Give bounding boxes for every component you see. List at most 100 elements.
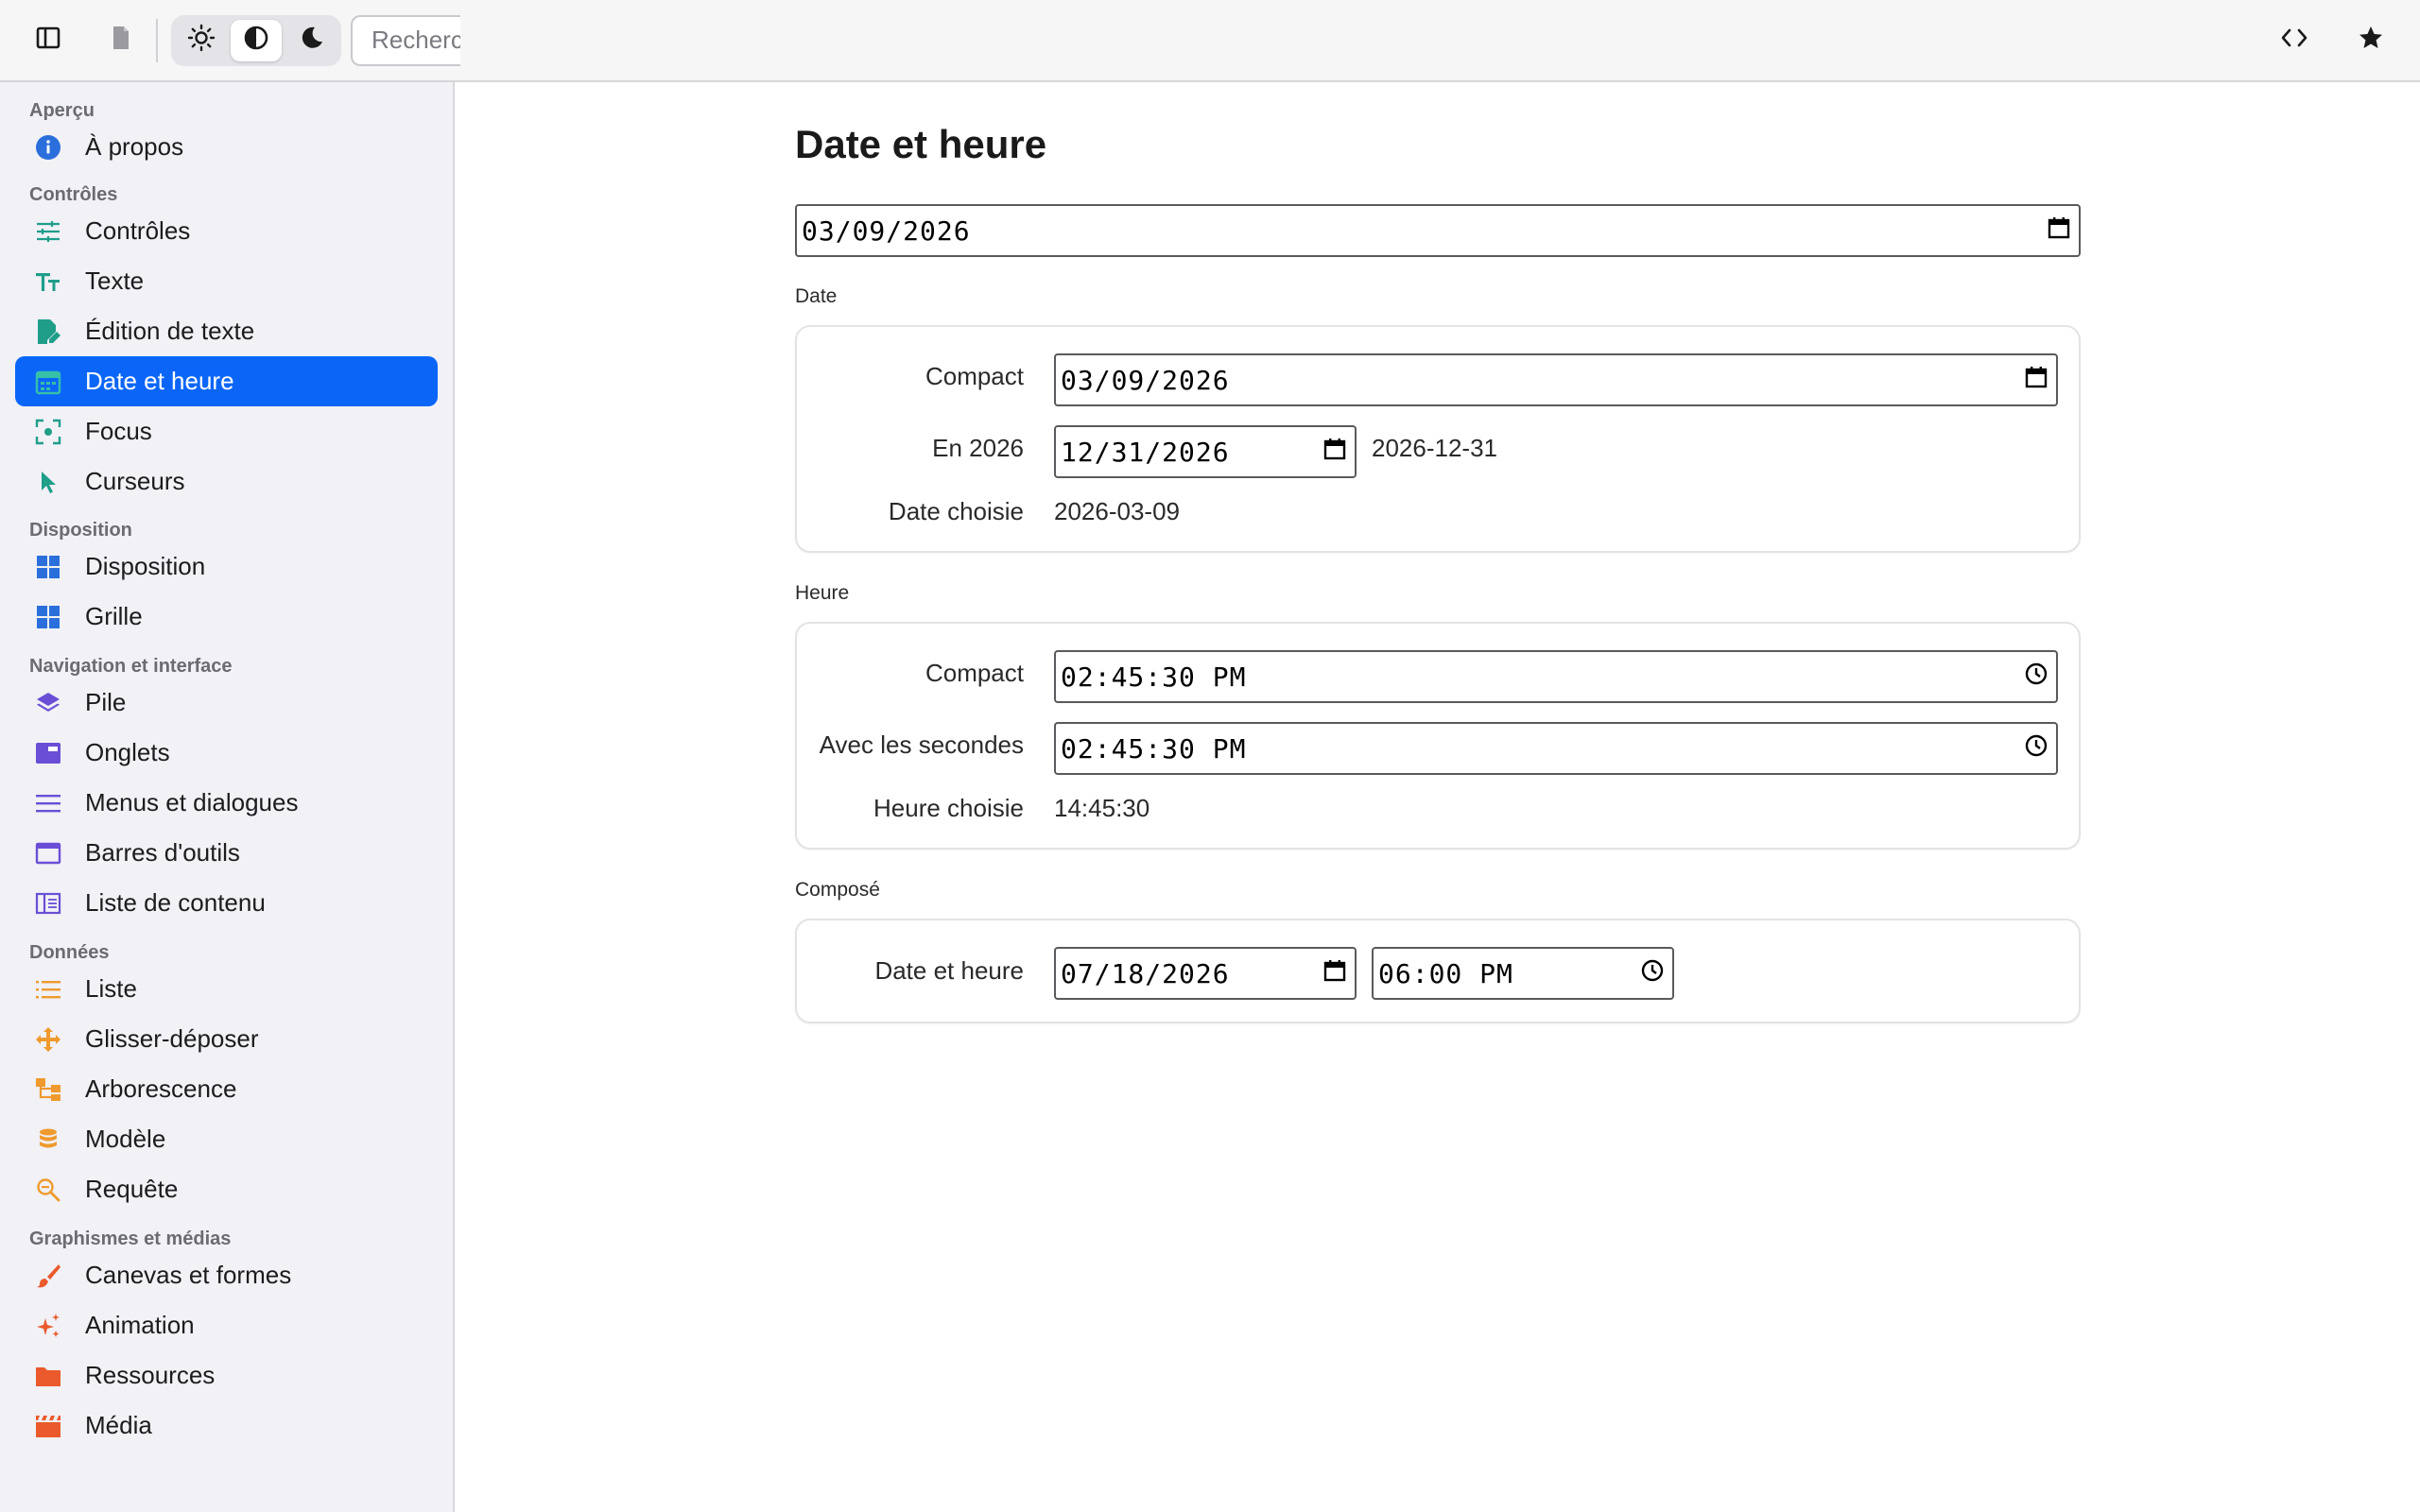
compact-time-field[interactable]: 02:45:30 PM <box>1054 650 2058 703</box>
date-value: 07/18/2026 <box>1061 957 1230 989</box>
sidebar-item-curseurs[interactable]: Curseurs <box>15 456 438 507</box>
light-mode-button[interactable] <box>176 20 227 61</box>
calendar-icon[interactable] <box>2047 215 2071 247</box>
compact-time-label: Compact <box>925 659 1024 687</box>
sidebar-item-modele[interactable]: Modèle <box>15 1114 438 1164</box>
search-icon <box>34 1176 62 1204</box>
sidebar-item-label: Curseurs <box>85 467 185 495</box>
sidebar-item-liste-de-contenu[interactable]: Liste de contenu <box>15 878 438 928</box>
clock-icon[interactable] <box>1640 958 1665 989</box>
sidebar-item-texte[interactable]: Texte <box>15 256 438 306</box>
calendar-icon[interactable] <box>1322 437 1347 468</box>
favorite-button[interactable] <box>2345 15 2396 66</box>
toolbar: Recherc <box>0 0 2420 82</box>
time-value: 02:45:30 PM <box>1061 661 1247 693</box>
sidebar-item-menus-et-dialogues[interactable]: Menus et dialogues <box>15 778 438 828</box>
sliders-icon <box>34 217 62 246</box>
database-icon <box>34 1125 62 1154</box>
clapperboard-icon <box>34 1412 62 1440</box>
date-card: Compact 03/09/2026 En 2026 12/31/2026 20… <box>795 325 2081 553</box>
sidebar-item-label: Ressources <box>85 1361 216 1389</box>
sidebar-item-ressources[interactable]: Ressources <box>15 1350 438 1400</box>
date-picker-field[interactable]: 03/09/2026 <box>795 204 2081 257</box>
compact-date-field[interactable]: 03/09/2026 <box>1054 353 2058 406</box>
sidebar-item-label: Date et heure <box>85 367 234 395</box>
sidebar-item-a-propos[interactable]: À propos <box>15 122 438 172</box>
section-title-disposition: Disposition <box>29 520 132 541</box>
sidebar-item-label: Contrôles <box>85 216 191 245</box>
document-icon <box>112 26 130 55</box>
layers-icon <box>34 689 62 717</box>
seconds-time-field[interactable]: 02:45:30 PM <box>1054 722 2058 775</box>
sidebar-item-controles[interactable]: Contrôles <box>15 206 438 256</box>
document-button[interactable] <box>95 15 147 66</box>
dashboard-icon <box>34 553 62 581</box>
view-source-button[interactable] <box>2269 15 2320 66</box>
sidebar-item-date-et-heure[interactable]: Date et heure <box>15 356 438 406</box>
section-title-apercu: Aperçu <box>29 100 95 121</box>
chosen-time-label: Heure choisie <box>873 794 1024 822</box>
edit-document-icon <box>34 318 62 346</box>
focus-icon <box>34 418 62 446</box>
grid-icon <box>34 603 62 631</box>
compact-date-label: Compact <box>925 362 1024 390</box>
sidebar-item-animation[interactable]: Animation <box>15 1300 438 1350</box>
sun-icon <box>187 24 216 57</box>
clock-icon[interactable] <box>2024 733 2048 765</box>
menu-icon <box>34 789 62 817</box>
sidebar-item-label: Liste <box>85 974 137 1003</box>
year-date-label: En 2026 <box>932 434 1024 462</box>
clock-icon[interactable] <box>2024 662 2048 693</box>
sidebar-icon <box>36 26 60 54</box>
sidebar-item-label: À propos <box>85 132 184 161</box>
section-title-donnees: Données <box>29 942 110 963</box>
cursor-icon <box>34 468 62 496</box>
sidebar-item-focus[interactable]: Focus <box>15 406 438 456</box>
sidebar-item-arborescence[interactable]: Arborescence <box>15 1064 438 1114</box>
folder-icon <box>34 1362 62 1390</box>
year-date-text: 2026-12-31 <box>1372 434 1497 462</box>
sidebar-item-barres-d-outils[interactable]: Barres d'outils <box>15 828 438 878</box>
sidebar-item-label: Requête <box>85 1175 179 1203</box>
composed-date-field[interactable]: 07/18/2026 <box>1054 947 1357 1000</box>
sidebar-item-grille[interactable]: Grille <box>15 592 438 642</box>
sidebar-item-label: Menus et dialogues <box>85 788 299 816</box>
composed-card: Date et heure 07/18/2026 06:00 PM <box>795 919 2081 1023</box>
sidebar: Aperçu À propos Contrôles Contrôles Text… <box>0 82 455 1512</box>
sidebar-item-onglets[interactable]: Onglets <box>15 728 438 778</box>
calendar-icon[interactable] <box>2024 365 2048 396</box>
sidebar-item-label: Grille <box>85 602 143 630</box>
year-date-field[interactable]: 12/31/2026 <box>1054 425 1357 478</box>
tree-icon <box>34 1075 62 1104</box>
sparkle-icon <box>34 1312 62 1340</box>
auto-mode-button[interactable] <box>231 19 282 61</box>
appearance-switch <box>171 14 341 66</box>
brush-icon <box>34 1262 62 1290</box>
code-icon <box>2280 26 2308 54</box>
sidebar-item-disposition[interactable]: Disposition <box>15 541 438 592</box>
chosen-date-value: 2026-03-09 <box>1054 497 1180 525</box>
composed-group-label: Composé <box>795 879 880 901</box>
main-content: Date et heure 03/09/2026 Date Compact 03… <box>457 84 2420 1512</box>
chosen-date-label: Date choisie <box>888 497 1024 525</box>
sidebar-item-label: Animation <box>85 1311 195 1339</box>
sidebar-item-label: Onglets <box>85 738 170 766</box>
date-value: 03/09/2026 <box>1061 364 1230 396</box>
search-input[interactable]: Recherc <box>351 14 460 66</box>
time-value: 02:45:30 PM <box>1061 732 1247 765</box>
sidebar-item-requete[interactable]: Requête <box>15 1164 438 1214</box>
composed-time-field[interactable]: 06:00 PM <box>1372 947 1674 1000</box>
section-title-controles: Contrôles <box>29 184 118 205</box>
list-icon <box>34 975 62 1004</box>
sidebar-item-media[interactable]: Média <box>15 1400 438 1451</box>
page-title: Date et heure <box>795 122 1047 166</box>
text-icon <box>34 267 62 296</box>
dark-mode-button[interactable] <box>285 20 337 61</box>
sidebar-item-canevas-et-formes[interactable]: Canevas et formes <box>15 1250 438 1300</box>
sidebar-item-edition-de-texte[interactable]: Édition de texte <box>15 306 438 356</box>
calendar-icon[interactable] <box>1322 958 1347 989</box>
sidebar-item-liste[interactable]: Liste <box>15 964 438 1014</box>
sidebar-item-glisser-deposer[interactable]: Glisser-déposer <box>15 1014 438 1064</box>
sidebar-toggle-button[interactable] <box>23 15 74 66</box>
sidebar-item-pile[interactable]: Pile <box>15 678 438 728</box>
